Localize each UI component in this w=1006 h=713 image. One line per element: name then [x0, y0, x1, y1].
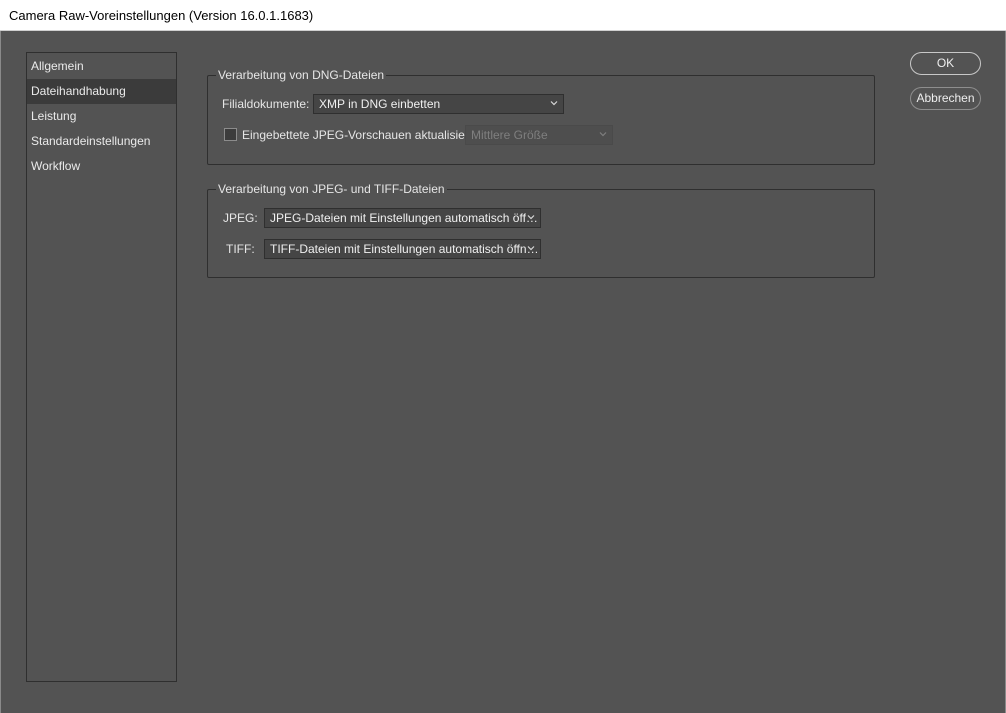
sidecar-files-label: Filialdokumente: [222, 97, 310, 111]
window-title: Camera Raw-Voreinstellungen (Version 16.… [9, 8, 314, 23]
dng-processing-group: Verarbeitung von DNG-Dateien [207, 68, 875, 165]
sidecar-files-select[interactable]: XMP in DNG einbetten [313, 94, 564, 114]
window-border-left [0, 31, 1, 713]
update-previews-label: Eingebettete JPEG-Vorschauen aktualisier… [242, 128, 486, 142]
jpeg-tiff-group-title: Verarbeitung von JPEG- und TIFF-Dateien [216, 182, 447, 196]
jpeg-label: JPEG: [223, 211, 258, 225]
preview-size-select[interactable]: Mittlere Größe [465, 125, 613, 145]
chevron-down-icon [549, 98, 559, 108]
sidebar-item-leistung[interactable]: Leistung [27, 104, 176, 129]
jpeg-handling-value: JPEG-Dateien mit Einstellungen automatis… [270, 211, 538, 225]
cancel-button[interactable]: Abbrechen [910, 87, 981, 110]
chevron-down-icon [598, 129, 608, 139]
sidecar-files-value: XMP in DNG einbetten [319, 97, 441, 111]
preferences-sidebar: Allgemein Dateihandhabung Leistung Stand… [26, 52, 177, 682]
tiff-label: TIFF: [226, 242, 255, 256]
window-title-bar: Camera Raw-Voreinstellungen (Version 16.… [0, 0, 1006, 31]
jpeg-handling-select[interactable]: JPEG-Dateien mit Einstellungen automatis… [264, 208, 541, 228]
jpeg-tiff-processing-group: Verarbeitung von JPEG- und TIFF-Dateien [207, 182, 875, 278]
sidebar-item-allgemein[interactable]: Allgemein [27, 54, 176, 79]
tiff-handling-value: TIFF-Dateien mit Einstellungen automatis… [270, 242, 539, 256]
ok-button[interactable]: OK [910, 52, 981, 75]
update-previews-checkbox[interactable] [224, 128, 237, 141]
preview-size-value: Mittlere Größe [471, 128, 548, 142]
sidebar-item-dateihandhabung[interactable]: Dateihandhabung [27, 79, 176, 104]
sidebar-item-workflow[interactable]: Workflow [27, 154, 176, 179]
chevron-down-icon [526, 212, 536, 222]
sidebar-item-standardeinstellungen[interactable]: Standardeinstellungen [27, 129, 176, 154]
chevron-down-icon [526, 243, 536, 253]
dng-group-title: Verarbeitung von DNG-Dateien [216, 68, 387, 82]
tiff-handling-select[interactable]: TIFF-Dateien mit Einstellungen automatis… [264, 239, 541, 259]
